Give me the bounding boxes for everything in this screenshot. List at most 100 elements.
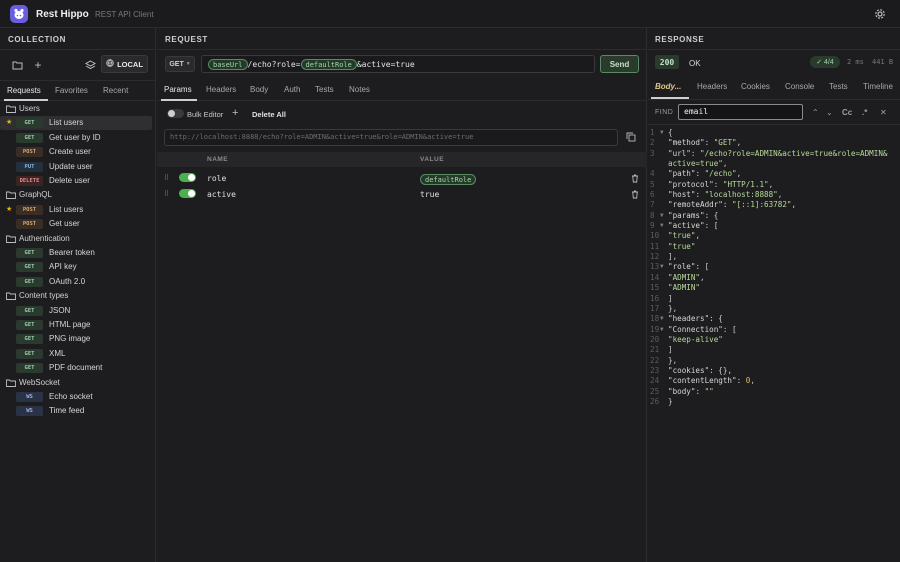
star-icon[interactable]: ★ (6, 205, 12, 213)
request-item[interactable]: GET PDF document (0, 361, 156, 375)
fold-icon[interactable]: ▼ (660, 262, 664, 272)
fold-icon[interactable]: ▼ (660, 325, 664, 335)
request-item[interactable]: ★ GET List users (0, 116, 152, 131)
bulk-editor-toggle[interactable] (167, 109, 184, 118)
folder[interactable]: Authentication (0, 232, 156, 246)
code-line: active=true", (648, 159, 900, 169)
drag-handle-icon[interactable]: ⠿ (164, 190, 169, 198)
star-icon[interactable]: ★ (6, 118, 12, 126)
url-input[interactable]: baseUrl /echo?role= defaultRole &active=… (201, 55, 595, 73)
fold-icon[interactable]: ▼ (660, 211, 664, 221)
tab-params[interactable]: Params (164, 85, 192, 94)
request-item[interactable]: GET API key (0, 260, 156, 274)
environment-button[interactable]: LOCAL (101, 55, 148, 73)
match-case-button[interactable]: Cc (842, 108, 852, 117)
tab-body[interactable]: Body (250, 85, 268, 94)
fold-icon[interactable]: ▼ (660, 314, 664, 324)
tab-body[interactable]: Body... (655, 82, 681, 91)
request-label: HTML page (49, 320, 91, 329)
tests-badge[interactable]: ✓ 4/4 (810, 56, 840, 68)
url-query-rest: &active=true (356, 59, 415, 69)
add-param-icon[interactable]: + (232, 107, 238, 119)
request-item[interactable]: WS Echo socket (0, 390, 156, 404)
param-name[interactable]: active (207, 190, 236, 199)
tab-console[interactable]: Console (785, 82, 814, 91)
tab-notes[interactable]: Notes (349, 85, 370, 94)
request-label: XML (49, 348, 66, 358)
active-tab-indicator (161, 99, 197, 101)
method-badge: WS (16, 392, 43, 402)
request-item[interactable]: ★ POST List users (0, 203, 156, 217)
regex-button[interactable]: .* (862, 108, 867, 117)
tab-recent[interactable]: Recent (103, 86, 128, 95)
param-value[interactable]: true (420, 190, 439, 199)
request-panel: REQUEST GET ▼ baseUrl /echo?role= defaul… (157, 28, 647, 562)
param-value-variable[interactable]: defaultRole (420, 174, 477, 185)
line-number: 2 (650, 138, 655, 148)
tab-tests[interactable]: Tests (315, 85, 334, 94)
code-line: 22 }, (648, 356, 900, 366)
trash-icon[interactable] (631, 190, 639, 201)
request-item[interactable]: GET Get user by ID (0, 131, 156, 145)
tab-favorites[interactable]: Favorites (55, 86, 88, 95)
code-text: "ADMIN" (668, 283, 701, 293)
folder[interactable]: Users (0, 102, 156, 116)
request-item[interactable]: POST Get user (0, 217, 156, 231)
request-item[interactable]: PUT Update user (0, 160, 156, 174)
tab-timeline[interactable]: Timeline (863, 82, 893, 91)
request-item[interactable]: GET JSON (0, 304, 156, 318)
method-badge: GET (16, 305, 43, 316)
copy-icon[interactable] (626, 132, 636, 144)
arrow-down-icon[interactable]: ⌄ (826, 108, 833, 117)
method-select[interactable]: GET ▼ (165, 56, 195, 72)
param-enabled-toggle[interactable] (179, 173, 196, 182)
folder[interactable]: GraphQL (0, 188, 156, 202)
send-button[interactable]: Send (600, 55, 639, 73)
param-enabled-toggle[interactable] (179, 189, 196, 198)
tab-requests[interactable]: Requests (7, 86, 41, 95)
tab-cookies[interactable]: Cookies (741, 82, 770, 91)
gear-icon[interactable] (874, 8, 886, 22)
trash-icon[interactable] (631, 174, 639, 185)
request-item[interactable]: GET HTML page (0, 318, 156, 332)
request-label: Delete user (49, 176, 90, 185)
code-text: "body": "" (668, 386, 714, 396)
active-tab-indicator (651, 97, 689, 99)
fold-icon[interactable]: ▼ (660, 128, 664, 138)
request-item[interactable]: DELETE Delete user (0, 174, 156, 188)
line-number: 8 (650, 210, 655, 220)
layers-icon[interactable] (83, 58, 97, 72)
folder[interactable]: WebSocket (0, 376, 156, 390)
delete-all-button[interactable]: Delete All (252, 110, 286, 119)
find-bar: FIND email ⌃ ⌄ Cc .* ✕ (648, 101, 900, 125)
code-text: }, (668, 303, 678, 313)
request-item[interactable]: POST Create user (0, 145, 156, 159)
method-badge: GET (16, 262, 43, 273)
request-item[interactable]: WS Time feed (0, 404, 156, 418)
folder[interactable]: Content types (0, 289, 156, 303)
close-icon[interactable]: ✕ (880, 108, 887, 117)
add-icon[interactable]: + (31, 58, 45, 72)
method-badge: GET (16, 320, 43, 330)
code-text: "path": "/echo", (668, 169, 742, 179)
tab-headers[interactable]: Headers (697, 82, 727, 91)
param-name[interactable]: role (207, 174, 226, 183)
code-text: "role": [ (668, 262, 710, 272)
tab-tests[interactable]: Tests (829, 82, 848, 91)
folder-icon[interactable] (10, 58, 24, 72)
request-item[interactable]: GET Bearer token (0, 246, 156, 260)
request-item[interactable]: GET PNG image (0, 332, 156, 346)
find-input[interactable]: email (678, 104, 803, 120)
tab-auth[interactable]: Auth (284, 85, 300, 94)
folder-label: GraphQL (19, 190, 52, 200)
arrow-up-icon[interactable]: ⌃ (812, 108, 819, 117)
url-variable-role[interactable]: defaultRole (300, 58, 357, 70)
drag-handle-icon[interactable]: ⠿ (164, 174, 169, 182)
fold-icon[interactable]: ▼ (660, 221, 664, 231)
request-item[interactable]: GET OAuth 2.0 (0, 275, 156, 289)
code-text: active=true", (668, 159, 728, 169)
url-variable-baseurl[interactable]: baseUrl (208, 58, 248, 70)
tab-headers[interactable]: Headers (206, 85, 236, 94)
line-number: 13 (650, 262, 660, 272)
request-item[interactable]: GET XML (0, 347, 156, 361)
